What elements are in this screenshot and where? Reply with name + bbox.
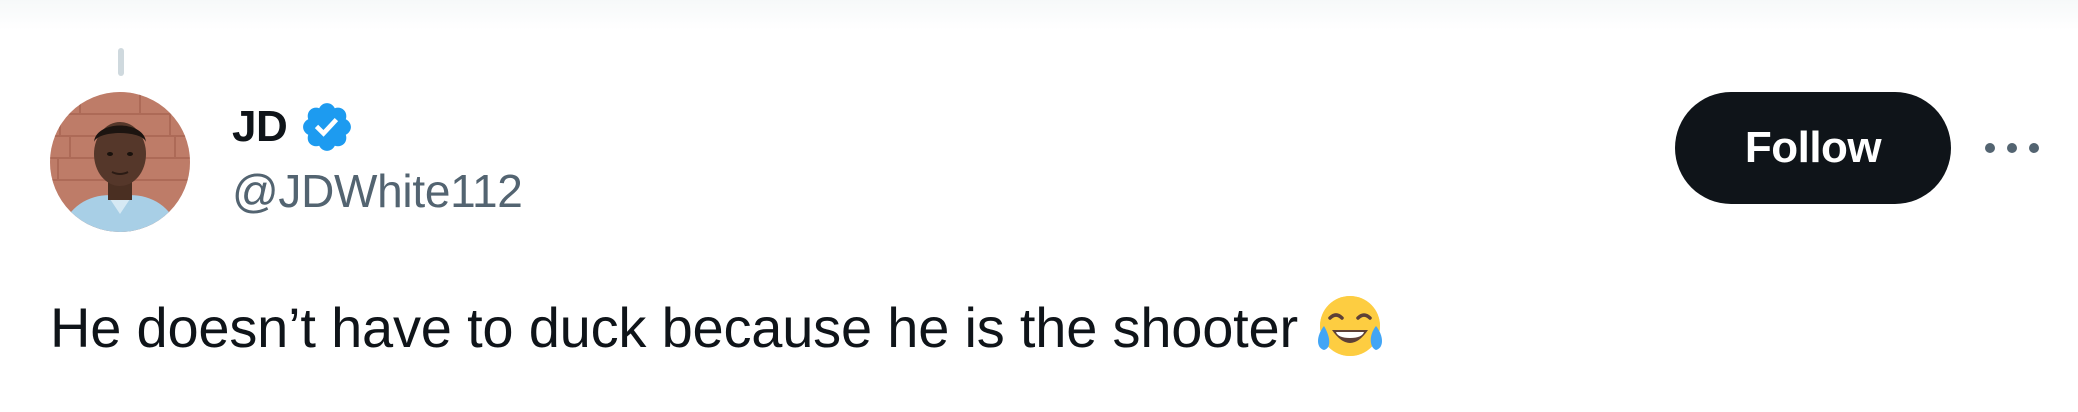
more-dot (1985, 143, 1995, 153)
name-row: JD (232, 98, 523, 156)
thread-connector-line (118, 48, 124, 76)
user-info: JD @JDWhite112 (232, 98, 523, 220)
more-dot (2007, 143, 2017, 153)
more-horizontal-icon[interactable] (1985, 130, 2039, 166)
avatar[interactable] (50, 92, 190, 232)
tweet-body: He doesn’t have to duck because he is th… (50, 292, 1386, 364)
follow-button[interactable]: Follow (1675, 92, 1951, 204)
verified-badge-icon[interactable] (299, 99, 355, 155)
more-dot (2029, 143, 2039, 153)
user-handle[interactable]: @JDWhite112 (232, 162, 523, 220)
previous-tweet-edge (0, 0, 2078, 30)
face-with-tears-of-joy-icon (1314, 292, 1386, 364)
display-name[interactable]: JD (232, 98, 288, 156)
tweet-text: He doesn’t have to duck because he is th… (50, 296, 1298, 359)
